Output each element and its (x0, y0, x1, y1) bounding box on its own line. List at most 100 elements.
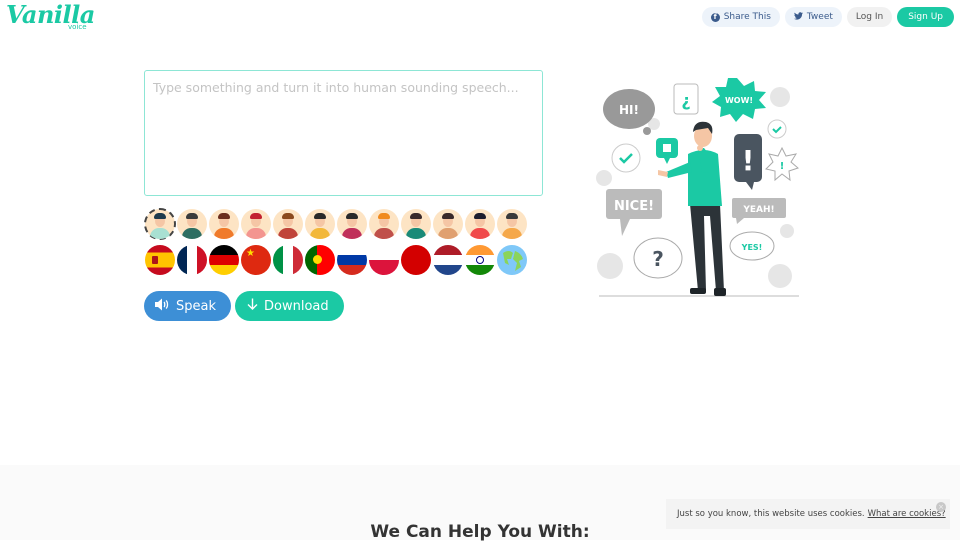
language-flag-dutch[interactable] (433, 245, 463, 275)
avatar-body (182, 228, 202, 239)
top-nav: f Share This Tweet Log In Sign Up (701, 7, 954, 27)
hero-illustration: HI! ¿ WOW! ! ! NICE! YEAH! YES! ? (594, 76, 804, 301)
exclamation-burst: ! (765, 146, 799, 182)
login-button[interactable]: Log In (846, 7, 893, 27)
avatar-hair (442, 213, 454, 219)
language-flag-spanish[interactable] (145, 245, 175, 275)
language-selector: ★ (145, 245, 527, 275)
avatar-body (342, 228, 362, 239)
speak-label: Speak (176, 298, 216, 314)
tweet-label: Tweet (806, 12, 833, 22)
avatar-body (150, 228, 170, 239)
download-arrow-icon (247, 298, 258, 314)
share-label: Share This (723, 12, 771, 22)
svg-text:¿: ¿ (681, 91, 690, 110)
download-button[interactable]: Download (235, 291, 344, 321)
avatar-body (502, 228, 522, 239)
cookie-text: Just so you know, this website uses cook… (677, 509, 865, 519)
tweet-button[interactable]: Tweet (784, 7, 842, 27)
avatar-hair (314, 213, 326, 219)
logo[interactable]: Vanilla voice (6, 0, 96, 34)
avatar-hair (186, 213, 198, 219)
svg-text:?: ? (652, 247, 664, 271)
language-flag-chinese[interactable]: ★ (241, 245, 271, 275)
language-flag-portuguese[interactable] (305, 245, 335, 275)
speech-text-input[interactable] (144, 70, 543, 196)
star-icon: ★ (246, 248, 255, 259)
facebook-icon: f (710, 12, 720, 22)
language-flag-hindi[interactable] (465, 245, 495, 275)
avatar-hair (154, 213, 166, 219)
voice-avatar-voice-8[interactable] (369, 209, 399, 239)
language-flag-french[interactable] (177, 245, 207, 275)
voice-avatar-voice-6[interactable] (305, 209, 335, 239)
svg-text:NICE!: NICE! (614, 199, 654, 214)
language-flag-japanese-red[interactable] (401, 245, 431, 275)
avatar-body (438, 228, 458, 239)
avatar-hair (346, 213, 358, 219)
cookie-info-link[interactable]: What are cookies? (868, 509, 946, 519)
svg-text:HI!: HI! (619, 103, 639, 117)
action-buttons: Speak Download (144, 291, 344, 321)
signup-button[interactable]: Sign Up (897, 7, 954, 27)
check-circle-icon (767, 119, 787, 139)
deco-circle (596, 170, 612, 186)
voice-avatar-voice-7[interactable] (337, 209, 367, 239)
language-flag-russian[interactable] (337, 245, 367, 275)
speak-button[interactable]: Speak (144, 291, 231, 321)
twitter-icon (793, 12, 803, 22)
yeah-bubble: YEAH! (732, 198, 786, 224)
voice-avatar-voice-2[interactable] (177, 209, 207, 239)
avatar-body (214, 228, 234, 239)
globe-icon (503, 251, 523, 271)
inverted-question-bubble: ¿ (673, 83, 699, 115)
exclamation-bubble: ! (734, 134, 762, 190)
avatar-hair (250, 213, 262, 219)
avatar-body (278, 228, 298, 239)
avatar-hair (378, 213, 390, 219)
avatar-body (470, 228, 490, 239)
chakra-icon (476, 256, 484, 264)
voice-avatar-voice-12[interactable] (497, 209, 527, 239)
hi-bubble: HI! (603, 89, 655, 135)
wow-burst: WOW! (712, 78, 766, 122)
share-button[interactable]: f Share This (701, 7, 780, 27)
avatar-hair (410, 213, 422, 219)
avatar-hair (506, 213, 518, 219)
voice-avatar-voice-10[interactable] (433, 209, 463, 239)
thumbs-up-bubble (656, 138, 678, 164)
avatar-hair (282, 213, 294, 219)
svg-text:YES!: YES! (741, 243, 763, 252)
header: Vanilla voice f Share This Tweet Log In … (0, 0, 960, 40)
voice-avatar-voice-11[interactable] (465, 209, 495, 239)
avatar-body (374, 228, 394, 239)
logo-subtext: voice (68, 23, 87, 31)
deco-circle (780, 224, 794, 238)
avatar-body (406, 228, 426, 239)
language-flag-german[interactable] (209, 245, 239, 275)
check-circle-icon (611, 143, 641, 173)
svg-text:YEAH!: YEAH! (742, 205, 774, 215)
yes-bubble: YES! (729, 231, 775, 261)
voice-avatar-voice-5[interactable] (273, 209, 303, 239)
voice-selector (144, 208, 527, 240)
svg-text:WOW!: WOW! (725, 96, 753, 105)
deco-circle (770, 87, 790, 107)
avatar-hair (218, 213, 230, 219)
language-flag-polish[interactable] (369, 245, 399, 275)
svg-text:!: ! (780, 161, 785, 172)
language-flag-world[interactable] (497, 245, 527, 275)
voice-avatar-voice-4[interactable] (241, 209, 271, 239)
language-flag-italian[interactable] (273, 245, 303, 275)
voice-avatar-voice-9[interactable] (401, 209, 431, 239)
deco-circle (768, 264, 792, 288)
coat-of-arms-icon (152, 256, 158, 264)
coat-of-arms-icon (313, 255, 322, 264)
close-icon[interactable]: × (936, 502, 946, 512)
voice-avatar-voice-3[interactable] (209, 209, 239, 239)
voice-avatar-voice-1[interactable] (144, 208, 176, 240)
cookie-banner: Just so you know, this website uses cook… (666, 499, 950, 529)
question-bubble: ? (633, 237, 683, 279)
avatar-body (246, 228, 266, 239)
avatar-hair (474, 213, 486, 219)
